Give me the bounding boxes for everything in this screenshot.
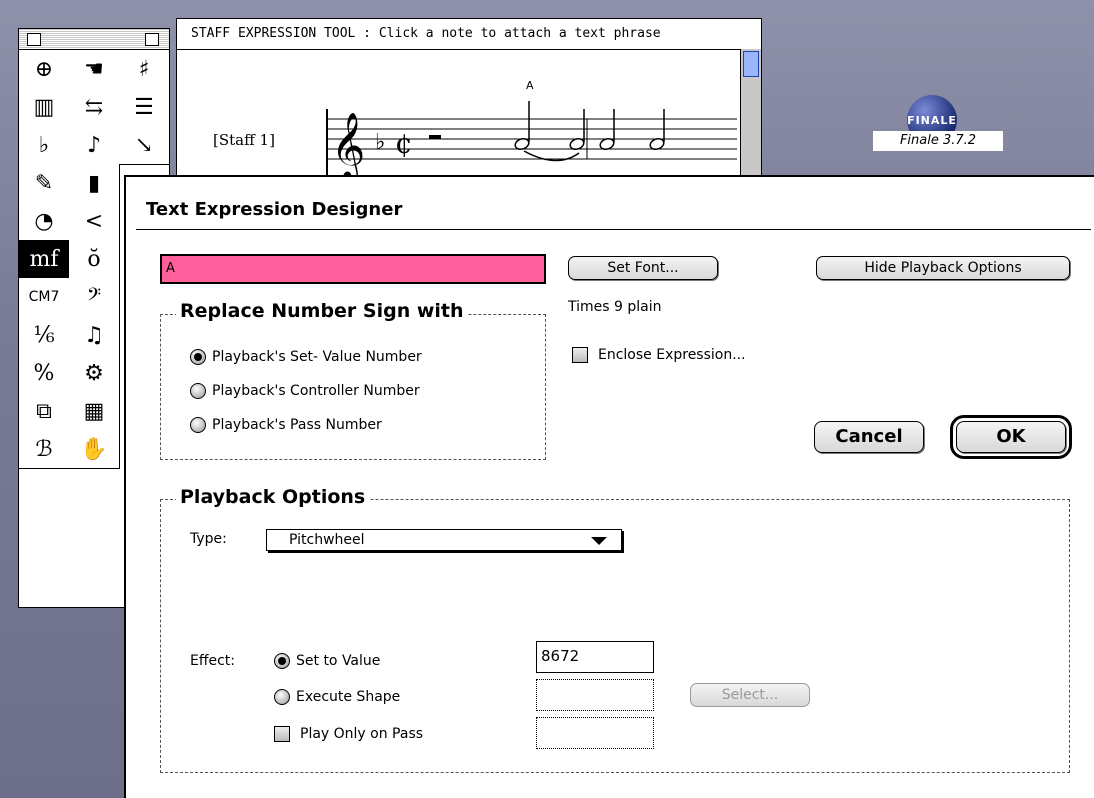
speedy-entry-icon[interactable]: ↘ [119, 126, 170, 165]
cancel-button[interactable]: Cancel [814, 421, 924, 453]
tool-message-bar: STAFF EXPRESSION TOOL : Click a note to … [177, 19, 757, 50]
play-only-on-pass-checkbox[interactable] [274, 726, 290, 742]
hand-icon[interactable]: ☚ [69, 50, 120, 89]
enclose-expression-label[interactable]: Enclose Expression... [598, 347, 746, 363]
palette-titlebar[interactable] [19, 29, 169, 50]
expression-text-field[interactable]: A [160, 254, 546, 284]
palette-close-box[interactable] [27, 33, 41, 46]
percent-icon[interactable]: % [19, 354, 70, 393]
page-layout-icon[interactable]: ⧉ [19, 392, 70, 431]
effect-label: Effect: [190, 653, 236, 669]
mass-edit-icon[interactable]: ▦ [69, 392, 120, 431]
vertical-scrollbar[interactable] [740, 49, 761, 179]
expression-icon[interactable]: mf [19, 240, 70, 279]
chevron-down-icon [591, 537, 607, 545]
shape-field[interactable] [536, 679, 654, 711]
set-value-number-label[interactable]: Playback's Set- Value Number [212, 349, 422, 365]
set-font-button[interactable]: Set Font... [568, 256, 718, 280]
select-shape-button[interactable]: Select... [690, 683, 810, 707]
rest-mark [429, 135, 441, 139]
cut-time-icon: ¢ [395, 127, 413, 160]
text-expression-designer-dialog: Text Expression Designer A Set Font... H… [124, 175, 1094, 798]
measure-tool-icon[interactable]: ▥ [19, 88, 70, 127]
enclose-expression-checkbox[interactable] [572, 347, 588, 363]
type-popup-menu[interactable]: Pitchwheel [266, 529, 622, 551]
flat-key-icon: ♭ [375, 130, 385, 155]
set-value-number-radio[interactable] [190, 349, 206, 365]
expression-mark: A [526, 79, 534, 92]
replace-number-sign-title: Replace Number Sign with [176, 300, 468, 322]
alignment-tool-icon[interactable]: ☰ [119, 88, 170, 127]
pass-number-radio[interactable] [190, 417, 206, 433]
treble-clef-icon: 𝄞 [331, 111, 365, 179]
pass-number-label[interactable]: Playback's Pass Number [212, 417, 382, 433]
spacing-tool-icon[interactable]: ⇆ [69, 88, 120, 127]
title-divider [136, 229, 1091, 230]
bass-clef-icon[interactable]: 𝄢 [69, 278, 120, 317]
type-popup-value: Pitchwheel [289, 532, 365, 548]
controller-number-radio[interactable] [190, 383, 206, 399]
note-icon[interactable]: ♪ [69, 126, 120, 165]
value-field[interactable]: 8672 [536, 641, 654, 673]
tuplet-icon[interactable]: ⅙ [19, 316, 70, 355]
ok-button[interactable]: OK [950, 415, 1072, 459]
finale-alias-label[interactable]: Finale 3.7.2 [873, 131, 1003, 151]
type-label: Type: [190, 531, 227, 547]
dialog-title: Text Expression Designer [146, 199, 403, 220]
simple-entry-icon[interactable]: ✎ [19, 164, 70, 203]
special-tools-icon[interactable]: ⚙ [69, 354, 120, 393]
font-description: Times 9 plain [568, 299, 662, 315]
hairpin-icon[interactable]: < [69, 202, 120, 241]
staff-tool-icon[interactable]: ♯ [119, 50, 170, 89]
text-tool-icon[interactable]: ℬ [19, 430, 70, 469]
execute-shape-label[interactable]: Execute Shape [296, 689, 400, 705]
music-staff[interactable]: 𝄞 ♭ ¢ A [317, 49, 737, 179]
pass-field[interactable] [536, 717, 654, 749]
smart-shape-icon[interactable]: ♫ [69, 316, 120, 355]
chord-icon[interactable]: CM7 [19, 278, 70, 317]
midi-tool-icon[interactable]: ▮ [69, 164, 120, 203]
staff-label: [Staff 1] [213, 131, 275, 149]
palette-zoom-box[interactable] [145, 33, 159, 46]
play-only-on-pass-label[interactable]: Play Only on Pass [300, 726, 423, 742]
staff-document-window: STAFF EXPRESSION TOOL : Click a note to … [176, 18, 762, 179]
articulation-icon[interactable]: ◔ [19, 202, 70, 241]
execute-shape-radio[interactable] [274, 689, 290, 705]
scroll-thumb[interactable] [743, 51, 759, 77]
key-signature-icon[interactable]: ♭ [19, 126, 70, 165]
controller-number-label[interactable]: Playback's Controller Number [212, 383, 420, 399]
accent-icon[interactable]: ŏ [69, 240, 120, 279]
set-to-value-label[interactable]: Set to Value [296, 653, 380, 669]
graphics-tool-icon[interactable]: ✋ [69, 430, 120, 469]
playback-options-title: Playback Options [176, 486, 370, 508]
hide-playback-options-button[interactable]: Hide Playback Options [816, 256, 1070, 280]
set-to-value-radio[interactable] [274, 653, 290, 669]
zoom-icon[interactable]: ⊕ [19, 50, 70, 89]
